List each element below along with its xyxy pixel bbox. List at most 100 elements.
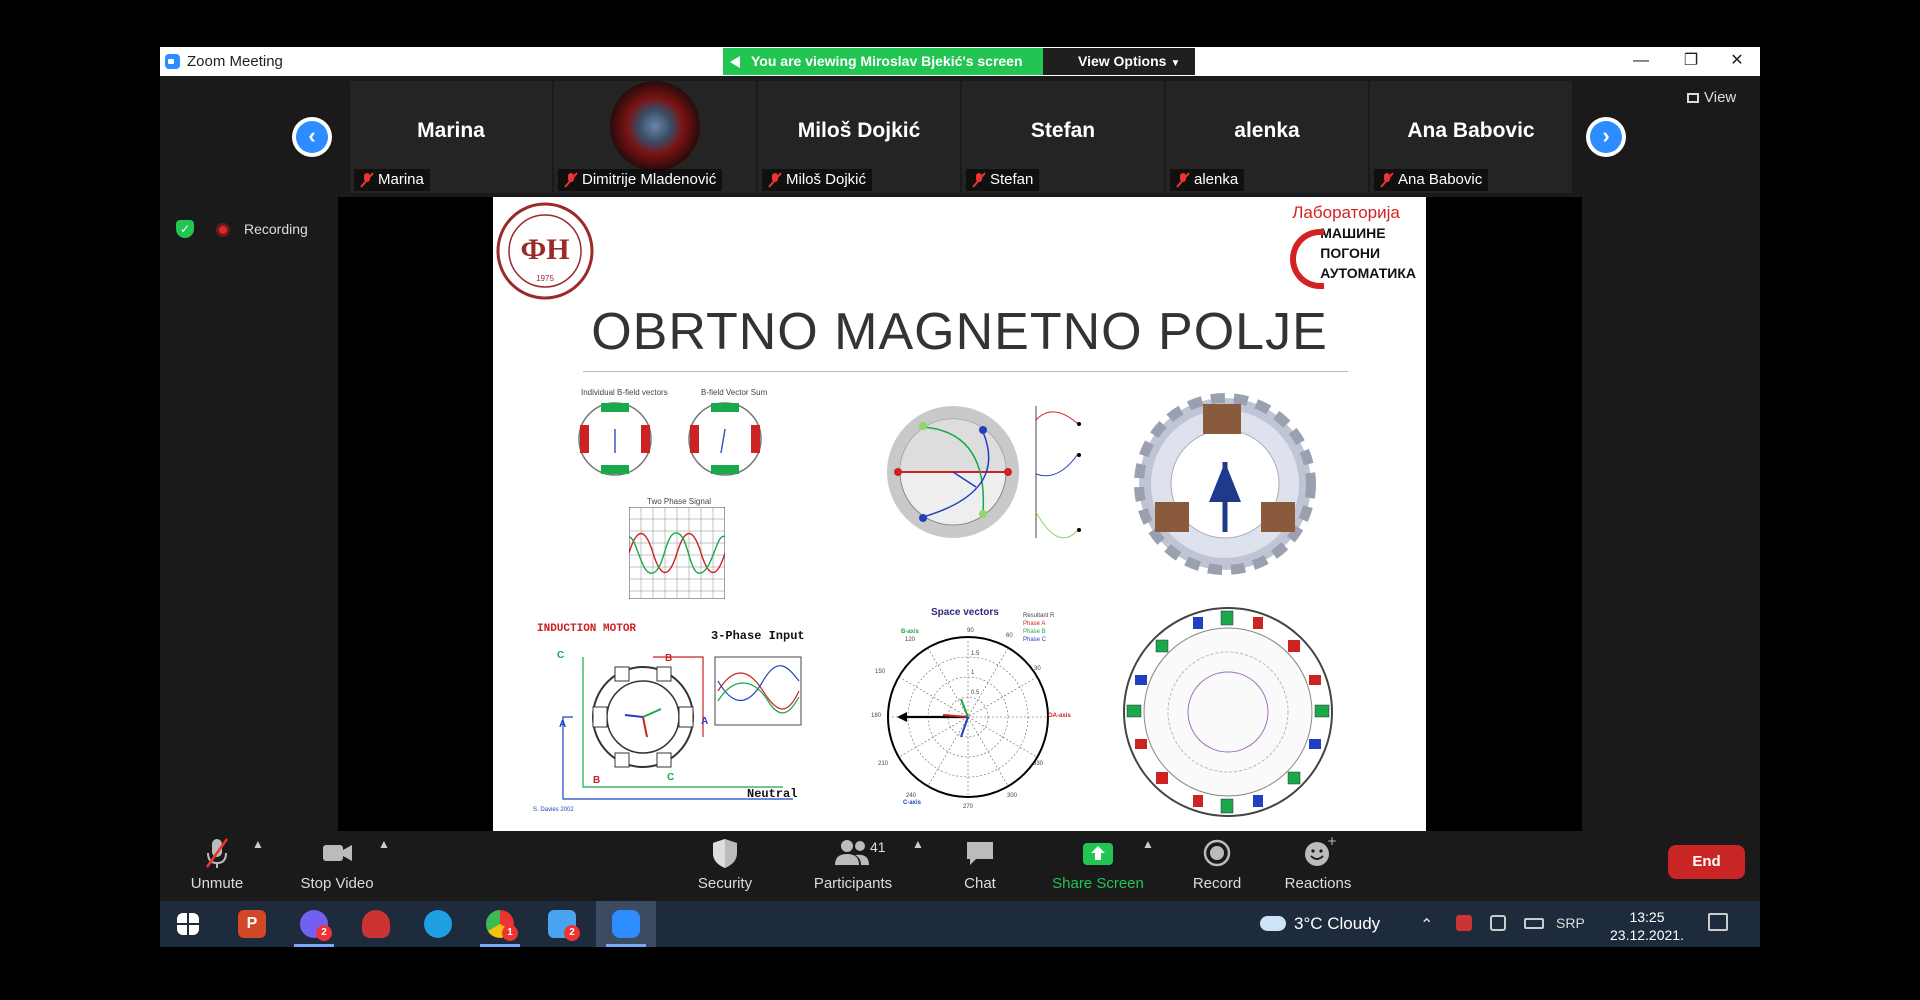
participant-avatar xyxy=(610,81,700,171)
taskbar-outlook[interactable]: 2 xyxy=(532,901,592,947)
polar-radius-1: 1 xyxy=(971,670,975,676)
encryption-shield-icon[interactable]: ✓ xyxy=(176,220,194,238)
muted-mic-icon xyxy=(768,172,782,188)
battery-icon[interactable] xyxy=(1524,918,1544,929)
participant-tile[interactable]: Stefan Stefan xyxy=(962,81,1164,193)
reactions-button[interactable]: + Reactions xyxy=(1278,834,1358,892)
polar-radius-1-5: 1.5 xyxy=(971,651,980,657)
record-icon xyxy=(1203,839,1231,867)
snipping-tool-icon xyxy=(362,910,390,938)
lab-heading: Лабораторија xyxy=(1292,203,1400,222)
caption-neutral: Neutral xyxy=(747,787,798,801)
record-button[interactable]: Record xyxy=(1182,835,1252,892)
cloud-icon xyxy=(1260,916,1286,931)
polar-angle-90: 90 xyxy=(967,628,974,634)
notification-center-icon[interactable] xyxy=(1708,913,1728,931)
meet-now-icon[interactable] xyxy=(1490,915,1506,931)
taskbar-viber[interactable]: 2 xyxy=(284,901,344,947)
tray-app-icon[interactable] xyxy=(1456,915,1472,931)
prev-page-button[interactable]: ‹ xyxy=(292,117,332,157)
end-meeting-button[interactable]: End xyxy=(1668,845,1745,879)
windows-logo-icon xyxy=(177,913,199,935)
lab-row-1: МАШИНЕ xyxy=(1320,225,1386,241)
view-layout-button[interactable]: View xyxy=(1687,89,1736,106)
participant-tile[interactable]: Dimitrije Mladenović xyxy=(554,81,756,193)
security-button[interactable]: Security xyxy=(690,835,760,892)
participant-name-large: Stefan xyxy=(1030,119,1096,142)
chat-bubble-icon xyxy=(967,842,993,865)
show-hidden-icons-chevron-icon[interactable]: ⌃ xyxy=(1420,915,1433,935)
audio-options-chevron-icon[interactable]: ▲ xyxy=(252,837,264,851)
title-divider xyxy=(583,371,1348,372)
lab-c-mark xyxy=(1290,229,1325,289)
clock-date: 23.12.2021. xyxy=(1610,927,1684,943)
viewing-banner: You are viewing Miroslav Bjekić's screen xyxy=(723,48,1043,75)
lab-logo: Лабораторија МАШИНЕ ПОГОНИ АУТОМАТИКА xyxy=(1290,203,1416,289)
participant-label: Marina xyxy=(354,169,430,191)
shared-screen[interactable]: ФН 1975 Лабораторија МАШИНЕ ПОГОНИ АУТОМ… xyxy=(338,197,1582,831)
participant-tile[interactable]: Marina Marina xyxy=(350,81,552,193)
close-button[interactable]: ✕ xyxy=(1714,47,1760,76)
chat-label: Chat xyxy=(964,875,996,892)
stop-video-button[interactable]: Stop Video xyxy=(292,835,382,892)
polar-angle-60: 60 xyxy=(1006,633,1013,639)
unmute-label: Unmute xyxy=(190,875,244,892)
view-options-label: View Options xyxy=(1078,53,1167,69)
chevron-left-icon: ‹ xyxy=(296,121,328,153)
participant-label-text: Ana Babovic xyxy=(1398,171,1483,188)
polar-radius-0-5: 0.5 xyxy=(971,690,980,696)
share-screen-label: Share Screen xyxy=(1052,875,1144,892)
view-layout-label: View xyxy=(1704,89,1737,106)
title-bar: Zoom Meeting You are viewing Miroslav Bj… xyxy=(160,47,1760,76)
start-button[interactable] xyxy=(160,901,220,947)
share-options-chevron-icon[interactable]: ▲ xyxy=(1142,837,1154,851)
language-indicator[interactable]: SRP xyxy=(1556,915,1585,931)
participant-label-text: alenka xyxy=(1194,171,1239,188)
participant-label-text: Marina xyxy=(378,171,424,188)
participant-tile[interactable]: Miloš Dojkić Miloš Dojkić xyxy=(758,81,960,193)
smiley-plus-icon: + xyxy=(1305,834,1337,866)
taskbar-powerpoint[interactable]: P xyxy=(222,901,282,947)
participant-label: alenka xyxy=(1170,169,1245,191)
restore-button[interactable]: ❐ xyxy=(1668,47,1714,76)
polar-angle-240: 240 xyxy=(906,793,917,799)
muted-mic-icon xyxy=(564,172,578,188)
participants-label: Participants xyxy=(813,875,893,892)
polar-angle-330: 330 xyxy=(1033,761,1044,767)
taskbar-zoom[interactable] xyxy=(596,901,656,947)
participants-options-chevron-icon[interactable]: ▲ xyxy=(912,837,924,851)
participant-label: Ana Babovic xyxy=(1374,169,1489,191)
participant-tile[interactable]: Ana Babovic Ana Babovic xyxy=(1370,81,1572,193)
taskbar-snip[interactable] xyxy=(346,901,406,947)
chrome-badge: 1 xyxy=(502,925,518,941)
unmute-button[interactable]: Unmute xyxy=(182,835,252,892)
muted-mic-icon xyxy=(972,172,986,188)
lab-row-2: ПОГОНИ xyxy=(1320,245,1381,261)
phase-label-a-left: A xyxy=(559,719,567,730)
view-options-button[interactable]: View Options ▼ xyxy=(1043,48,1195,75)
window-title: Zoom Meeting xyxy=(187,53,283,70)
taskbar-clock[interactable]: 13:25 23.12.2021. xyxy=(1610,908,1684,944)
zoom-app-icon xyxy=(165,54,180,69)
share-screen-button[interactable]: Share Screen xyxy=(1048,835,1148,892)
taskbar-edge[interactable] xyxy=(408,901,468,947)
weather-widget[interactable]: 3°C Cloudy xyxy=(1260,914,1380,934)
windows-taskbar: P 2 1 2 3°C Cloudy ⌃ SRP 13:25 23.12.202… xyxy=(160,901,1760,947)
minimize-button[interactable]: — xyxy=(1618,47,1664,76)
svg-text:ФН: ФН xyxy=(520,233,569,266)
participant-tile[interactable]: alenka alenka xyxy=(1166,81,1368,193)
logo-year: 1975 xyxy=(536,274,554,283)
next-page-button[interactable]: › xyxy=(1586,117,1626,157)
caption-space-vectors: Space vectors xyxy=(931,607,999,618)
chevron-right-icon: › xyxy=(1590,121,1622,153)
viewing-text: You are viewing Miroslav Bjekić's screen xyxy=(751,53,1023,69)
chevron-down-icon: ▼ xyxy=(1170,58,1181,69)
caption-induction: INDUCTION MOTOR xyxy=(537,623,637,635)
taskbar-chrome[interactable]: 1 xyxy=(470,901,530,947)
phase-label-c-bottom: C xyxy=(667,772,675,783)
participants-button[interactable]: 41 Participants xyxy=(808,835,898,892)
security-label: Security xyxy=(697,875,753,892)
chat-button[interactable]: Chat xyxy=(950,835,1010,892)
video-options-chevron-icon[interactable]: ▲ xyxy=(378,837,390,851)
polar-b-axis: B-axis xyxy=(901,629,920,635)
